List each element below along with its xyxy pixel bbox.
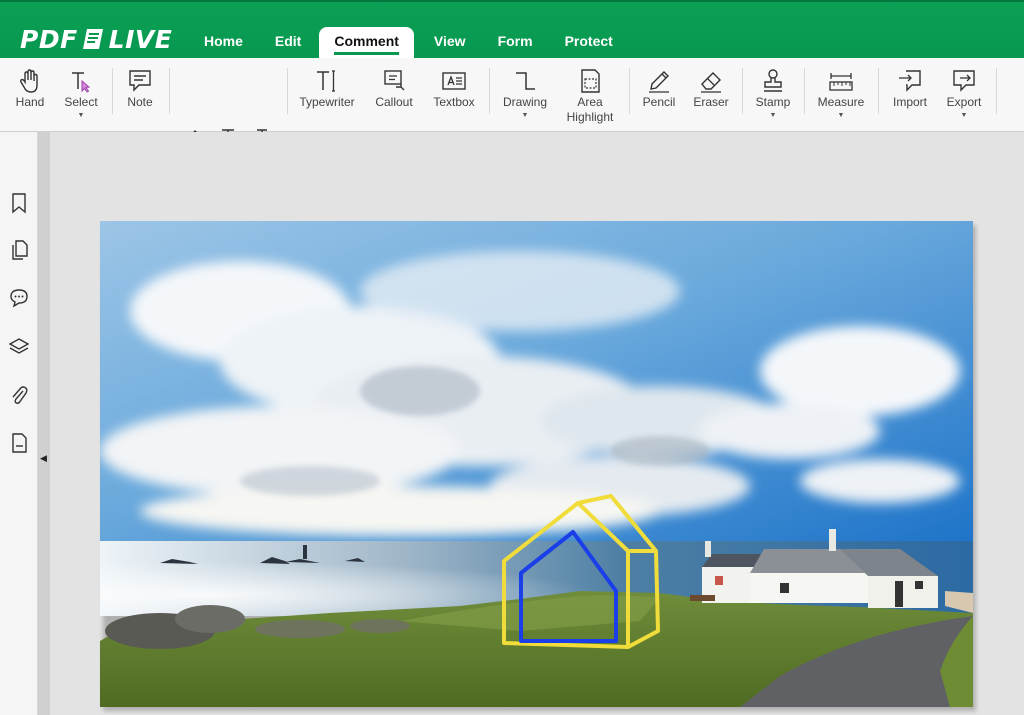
typewriter-tool-button[interactable]: Typewriter — [295, 58, 359, 132]
stamp-dropdown-caret[interactable]: ▼ — [770, 112, 777, 119]
note-tool-button[interactable]: Note — [122, 58, 158, 132]
select-dropdown-caret[interactable]: ▼ — [78, 112, 85, 119]
logo-document-icon — [81, 27, 107, 51]
measure-tool-button[interactable]: Measure ▼ — [813, 58, 869, 132]
comments-icon[interactable] — [9, 287, 29, 309]
callout-icon — [380, 67, 408, 95]
measure-dropdown-caret[interactable]: ▼ — [838, 112, 845, 119]
export-dropdown-caret[interactable]: ▼ — [961, 112, 968, 119]
pencil-tool-button[interactable]: Pencil — [637, 58, 681, 132]
hand-label: Hand — [16, 95, 45, 110]
layers-icon[interactable] — [9, 336, 29, 358]
typewriter-icon — [313, 67, 341, 95]
area-highlight-tool-button[interactable]: AreaHighlight — [561, 58, 619, 132]
stamp-icon — [759, 67, 787, 95]
note-icon — [126, 67, 154, 95]
stamp-label: Stamp — [756, 95, 791, 110]
attachment-icon[interactable] — [9, 384, 29, 406]
toolbar-divider — [287, 68, 288, 114]
toolbar-divider — [742, 68, 743, 114]
drawing-icon — [511, 67, 539, 95]
left-sidebar — [0, 132, 38, 715]
area-highlight-icon — [576, 67, 604, 95]
tab-comment[interactable]: Comment — [319, 27, 414, 60]
toolbar-divider — [489, 68, 490, 114]
measure-label: Measure — [818, 95, 865, 110]
export-icon — [950, 67, 978, 95]
textbox-label: Textbox — [433, 95, 474, 110]
bookmark-icon[interactable] — [9, 192, 29, 214]
note-label: Note — [127, 95, 152, 110]
import-button[interactable]: Import — [888, 58, 932, 132]
export-button[interactable]: Export ▼ — [942, 58, 986, 132]
select-tool-button[interactable]: Select ▼ — [60, 58, 102, 132]
toolbar-divider — [804, 68, 805, 114]
pencil-icon — [645, 67, 673, 95]
hand-tool-button[interactable]: Hand — [10, 58, 50, 132]
document-page-image — [100, 221, 973, 707]
import-icon — [896, 67, 924, 95]
title-bar: PDF LIVE Home Edit Comment View Form Pro… — [0, 0, 1024, 58]
textbox-icon — [440, 67, 468, 95]
main-tabs: Home Edit Comment View Form Protect — [188, 27, 629, 60]
logo-text-live: LIVE — [109, 25, 173, 54]
select-label: Select — [64, 95, 97, 110]
toolbar-divider — [112, 68, 113, 114]
select-text-icon — [67, 67, 95, 95]
app-window: PDF LIVE Home Edit Comment View Form Pro… — [0, 0, 1024, 715]
logo-text-pdf: PDF — [20, 25, 78, 54]
collapse-sidebar-arrow-icon[interactable]: ◀ — [40, 453, 47, 464]
callout-tool-button[interactable]: Callout — [370, 58, 418, 132]
pages-icon[interactable] — [9, 239, 29, 261]
sidebar-panel-strip — [38, 132, 50, 715]
drawing-tool-button[interactable]: Drawing ▼ — [499, 58, 551, 132]
area-highlight-label: AreaHighlight — [567, 95, 614, 125]
measure-ruler-icon — [827, 67, 855, 95]
signature-icon[interactable] — [9, 432, 29, 454]
tab-edit[interactable]: Edit — [259, 27, 317, 60]
stamp-tool-button[interactable]: Stamp ▼ — [751, 58, 795, 132]
pencil-label: Pencil — [643, 95, 676, 110]
toolbar-divider — [996, 68, 997, 114]
export-label: Export — [947, 95, 982, 110]
eraser-tool-button[interactable]: Eraser — [689, 58, 733, 132]
tab-view[interactable]: View — [418, 27, 482, 60]
eraser-icon — [697, 67, 725, 95]
app-logo: PDF LIVE — [20, 24, 172, 54]
toolbar-divider — [169, 68, 170, 114]
landscape-photo — [100, 221, 973, 707]
callout-label: Callout — [375, 95, 412, 110]
tab-protect[interactable]: Protect — [549, 27, 629, 60]
textbox-tool-button[interactable]: Textbox — [429, 58, 479, 132]
drawing-dropdown-caret[interactable]: ▼ — [522, 112, 529, 119]
tab-form[interactable]: Form — [482, 27, 549, 60]
import-label: Import — [893, 95, 927, 110]
comment-toolbar: Hand Select ▼ Note — [0, 58, 1024, 132]
hand-icon — [16, 67, 44, 95]
toolbar-divider — [878, 68, 879, 114]
eraser-label: Eraser — [693, 95, 728, 110]
tab-home[interactable]: Home — [188, 27, 259, 60]
drawing-label: Drawing — [503, 95, 547, 110]
typewriter-label: Typewriter — [299, 95, 354, 110]
toolbar-divider — [629, 68, 630, 114]
